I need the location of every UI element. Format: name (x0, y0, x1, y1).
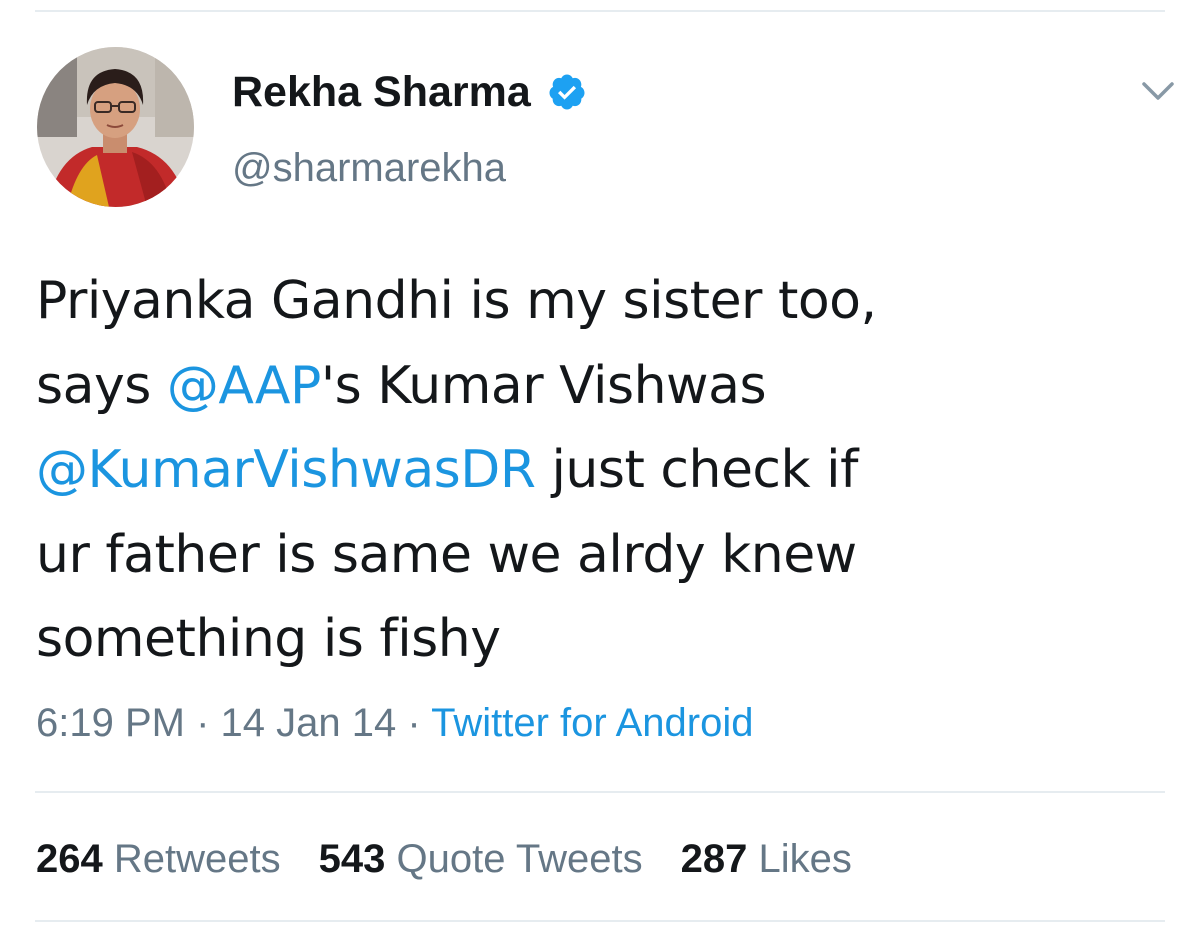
mention-link-kumarvishwasdr[interactable]: @KumarVishwasDR (36, 440, 536, 500)
avatar[interactable] (37, 47, 194, 207)
author-display-name[interactable]: Rekha Sharma (232, 66, 531, 118)
tweet-text-segment: ur father is same we alrdy knew (36, 524, 857, 585)
retweets-label: Retweets (113, 837, 281, 881)
meta-separator: · (407, 701, 421, 745)
tweet-text-segment: just check if (535, 440, 858, 500)
verified-badge-icon (549, 74, 585, 110)
tweet-text-segment: says (36, 355, 167, 416)
avatar-image (37, 47, 194, 207)
chevron-down-icon[interactable] (1141, 80, 1175, 102)
tweet-text: Priyanka Gandhi is my sister too, says @… (36, 259, 1156, 682)
tweet-line: @KumarVishwasDR just check if (36, 428, 1156, 513)
tweet-text-segment: something is fishy (36, 609, 501, 669)
mention-link-aap[interactable]: @AAP (167, 356, 321, 416)
top-divider (35, 10, 1165, 12)
tweet-time[interactable]: 6:19 PM (36, 701, 185, 745)
quote-tweets-label: Quote Tweets (396, 837, 643, 881)
likes-count: 287 (680, 837, 748, 881)
tweet-stats: 264 Retweets 543 Quote Tweets 287 Likes (36, 834, 890, 884)
meta-separator: · (196, 701, 210, 745)
stats-divider (35, 791, 1165, 793)
tweet-line: ur father is same we alrdy knew (36, 513, 1156, 598)
tweet-text-segment: 's Kumar Vishwas (320, 355, 767, 416)
tweet-source-link[interactable]: Twitter for Android (431, 701, 753, 745)
author-name-row[interactable]: Rekha Sharma (232, 66, 587, 118)
author-handle[interactable]: @sharmarekha (232, 144, 506, 192)
likes-stat[interactable]: 287 Likes (681, 834, 852, 884)
tweet-text-segment: Priyanka Gandhi is my sister too, (36, 271, 877, 331)
tweet-date[interactable]: 14 Jan 14 (221, 701, 397, 745)
likes-label: Likes (758, 837, 852, 881)
tweet-line: Priyanka Gandhi is my sister too, (36, 259, 1156, 344)
tweet-meta: 6:19 PM · 14 Jan 14 · Twitter for Androi… (36, 698, 753, 748)
retweets-stat[interactable]: 264 Retweets (36, 834, 281, 884)
tweet-line: says @AAP's Kumar Vishwas (36, 344, 1156, 429)
tweet-line: something is fishy (36, 597, 1156, 682)
quote-tweets-stat[interactable]: 543 Quote Tweets (319, 834, 643, 884)
quote-tweets-count: 543 (318, 837, 386, 881)
bottom-divider (35, 920, 1165, 922)
retweets-count: 264 (36, 837, 103, 881)
